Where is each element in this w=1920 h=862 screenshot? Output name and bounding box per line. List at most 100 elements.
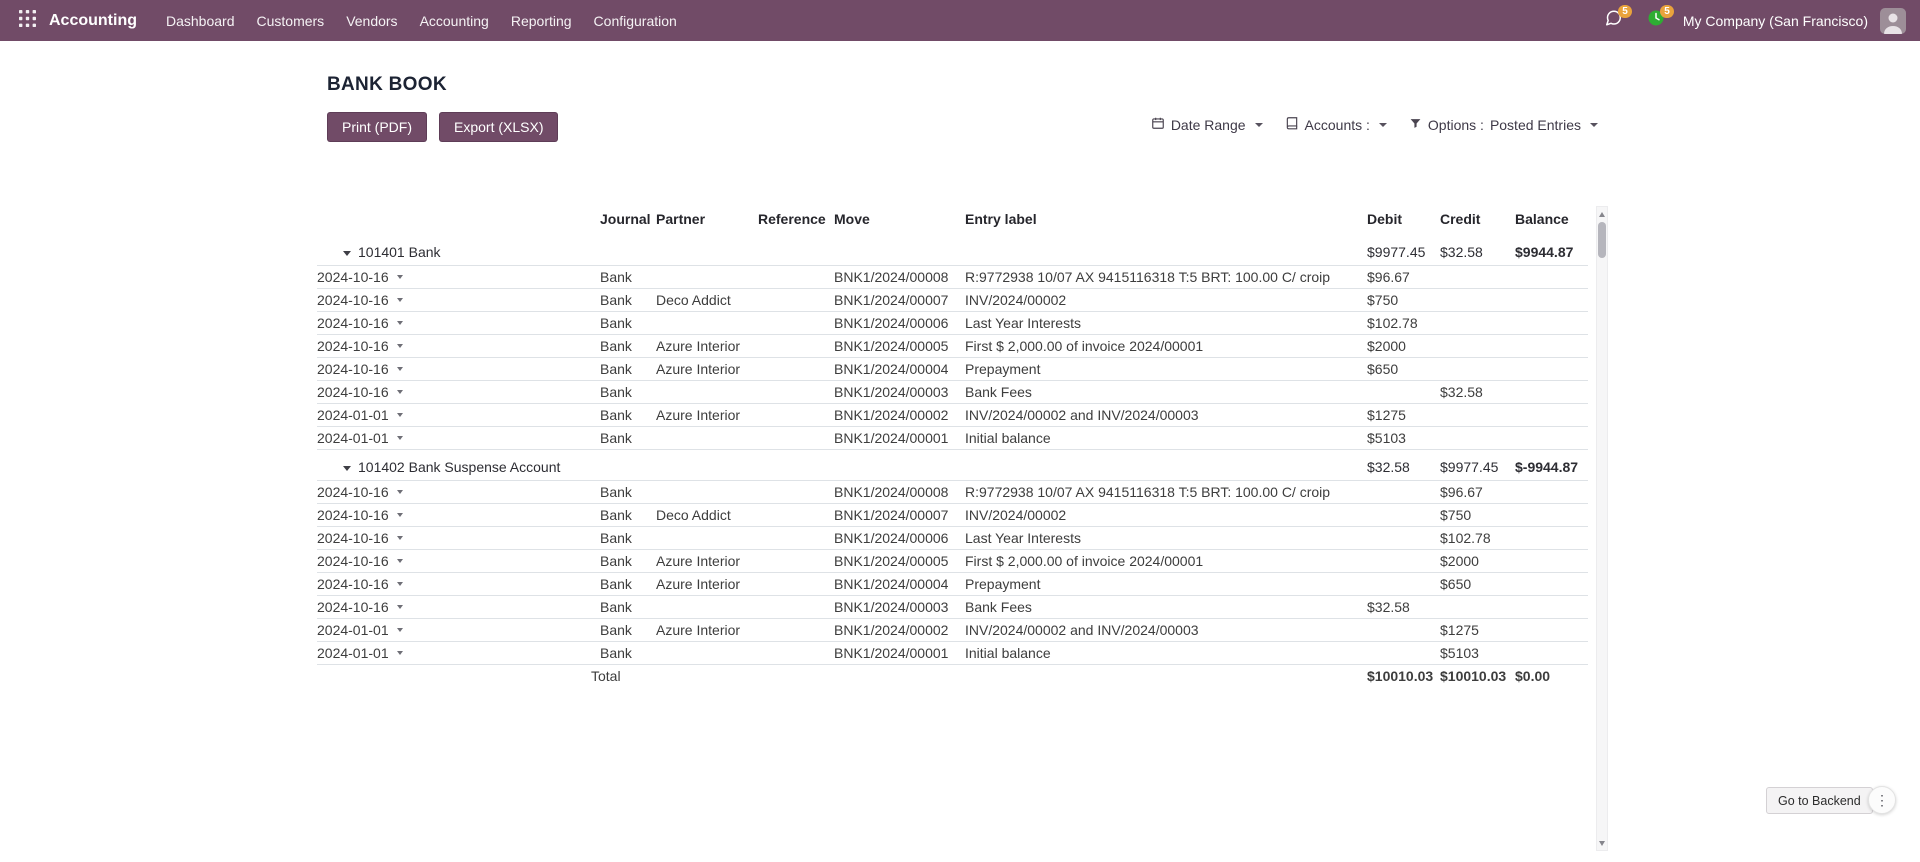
- scroll-up-icon[interactable]: [1597, 208, 1607, 220]
- entry-move: BNK1/2024/00002: [834, 619, 965, 642]
- nav-item-reporting[interactable]: Reporting: [500, 0, 583, 41]
- nav-item-dashboard[interactable]: Dashboard: [155, 0, 246, 41]
- entry-debit: $5103: [1367, 427, 1440, 450]
- scrollbar-thumb[interactable]: [1598, 222, 1606, 258]
- entry-label: Initial balance: [965, 642, 1367, 665]
- entry-label: R:9772938 10/07 AX 9415116318 T:5 BRT: 1…: [965, 266, 1367, 289]
- journal-entry-row: 2024-10-16BankBNK1/2024/00006Last Year I…: [317, 312, 1588, 335]
- messages-badge: 5: [1618, 5, 1632, 18]
- nav-item-configuration[interactable]: Configuration: [583, 0, 688, 41]
- apps-grid-icon: [19, 10, 36, 32]
- entry-date-dropdown[interactable]: 2024-01-01: [317, 430, 403, 446]
- entry-balance: [1515, 289, 1588, 312]
- entry-date-dropdown[interactable]: 2024-01-01: [317, 622, 403, 638]
- entry-journal: Bank: [600, 427, 656, 450]
- entry-reference: [758, 335, 834, 358]
- entry-partner: [656, 481, 758, 504]
- journal-entry-row: 2024-10-16BankAzure InteriorBNK1/2024/00…: [317, 358, 1588, 381]
- entry-partner: Azure Interior: [656, 550, 758, 573]
- entry-date-dropdown[interactable]: 2024-10-16: [317, 315, 403, 331]
- entry-partner: [656, 312, 758, 335]
- entry-date-cell: 2024-10-16: [317, 266, 600, 289]
- entry-date-dropdown[interactable]: 2024-10-16: [317, 576, 403, 592]
- entry-credit: [1440, 312, 1515, 335]
- journal-entry-row: 2024-10-16BankBNK1/2024/00008R:9772938 1…: [317, 266, 1588, 289]
- options-filter[interactable]: Options : Posted Entries: [1409, 117, 1598, 133]
- group-balance: $9944.87: [1515, 235, 1588, 266]
- entry-label: INV/2024/00002 and INV/2024/00003: [965, 404, 1367, 427]
- entry-date-dropdown[interactable]: 2024-10-16: [317, 292, 403, 308]
- entry-journal: Bank: [600, 358, 656, 381]
- entry-move: BNK1/2024/00008: [834, 266, 965, 289]
- options-label: Options :: [1428, 117, 1484, 133]
- entry-date-dropdown[interactable]: 2024-10-16: [317, 530, 403, 546]
- company-switcher[interactable]: My Company (San Francisco): [1683, 13, 1868, 29]
- activities-button[interactable]: 5: [1641, 6, 1671, 36]
- entry-date: 2024-10-16: [317, 507, 389, 523]
- messages-button[interactable]: 5: [1599, 6, 1629, 36]
- entry-label: Last Year Interests: [965, 312, 1367, 335]
- nav-item-accounting[interactable]: Accounting: [409, 0, 500, 41]
- entry-credit: $650: [1440, 573, 1515, 596]
- scroll-down-icon[interactable]: [1597, 837, 1607, 849]
- entry-date-dropdown[interactable]: 2024-01-01: [317, 645, 403, 661]
- entry-move: BNK1/2024/00002: [834, 404, 965, 427]
- account-group-toggle[interactable]: 101401 Bank: [317, 235, 1367, 266]
- table-scrollbar[interactable]: [1596, 206, 1608, 851]
- nav-item-customers[interactable]: Customers: [246, 0, 336, 41]
- entry-date-cell: 2024-10-16: [317, 550, 600, 573]
- entry-date-cell: 2024-10-16: [317, 381, 600, 404]
- entry-date-dropdown[interactable]: 2024-10-16: [317, 484, 403, 500]
- journal-entry-row: 2024-10-16BankDeco AddictBNK1/2024/00007…: [317, 289, 1588, 312]
- kebab-menu-icon[interactable]: [1868, 786, 1896, 814]
- entry-date-dropdown[interactable]: 2024-10-16: [317, 338, 403, 354]
- nav-item-vendors[interactable]: Vendors: [335, 0, 408, 41]
- user-avatar[interactable]: [1880, 8, 1906, 34]
- entry-date: 2024-10-16: [317, 576, 389, 592]
- entry-date-dropdown[interactable]: 2024-10-16: [317, 599, 403, 615]
- navbar-right: 5 5 My Company (San Francisco): [1599, 6, 1906, 36]
- entry-debit: [1367, 381, 1440, 404]
- app-name[interactable]: Accounting: [49, 12, 137, 30]
- entry-date-dropdown[interactable]: 2024-10-16: [317, 269, 403, 285]
- date-caret-icon: [397, 413, 403, 417]
- entry-date-dropdown[interactable]: 2024-10-16: [317, 507, 403, 523]
- journal-entry-row: 2024-10-16BankBNK1/2024/00003Bank Fees$3…: [317, 381, 1588, 404]
- print-pdf-button[interactable]: Print (PDF): [327, 112, 427, 142]
- entry-date: 2024-10-16: [317, 384, 389, 400]
- journal-entry-row: 2024-10-16BankBNK1/2024/00006Last Year I…: [317, 527, 1588, 550]
- entry-partner: [656, 527, 758, 550]
- entry-date-cell: 2024-01-01: [317, 427, 600, 450]
- export-xlsx-button[interactable]: Export (XLSX): [439, 112, 558, 142]
- date-range-filter[interactable]: Date Range: [1151, 116, 1263, 133]
- entry-balance: [1515, 619, 1588, 642]
- entry-balance: [1515, 381, 1588, 404]
- entry-date-dropdown[interactable]: 2024-10-16: [317, 553, 403, 569]
- header-journal: Journal: [600, 206, 656, 235]
- header-credit: Credit: [1440, 206, 1515, 235]
- header-debit: Debit: [1367, 206, 1440, 235]
- date-caret-icon: [397, 490, 403, 494]
- entry-date-dropdown[interactable]: 2024-10-16: [317, 361, 403, 377]
- entry-partner: [656, 642, 758, 665]
- entry-credit: [1440, 427, 1515, 450]
- go-to-backend-button[interactable]: Go to Backend: [1766, 787, 1873, 814]
- entry-partner: Azure Interior: [656, 619, 758, 642]
- apps-menu-button[interactable]: [14, 8, 40, 34]
- date-caret-icon: [397, 298, 403, 302]
- header-entry-label: Entry label: [965, 206, 1367, 235]
- entry-move: BNK1/2024/00007: [834, 289, 965, 312]
- entry-balance: [1515, 335, 1588, 358]
- entry-date-dropdown[interactable]: 2024-10-16: [317, 384, 403, 400]
- entry-date-dropdown[interactable]: 2024-01-01: [317, 407, 403, 423]
- account-group-toggle[interactable]: 101402 Bank Suspense Account: [317, 450, 1367, 481]
- entry-date-cell: 2024-10-16: [317, 573, 600, 596]
- entry-date: 2024-01-01: [317, 430, 389, 446]
- entry-date: 2024-01-01: [317, 622, 389, 638]
- date-caret-icon: [397, 513, 403, 517]
- entry-date: 2024-10-16: [317, 292, 389, 308]
- total-credit: $10010.03: [1440, 665, 1515, 688]
- entry-debit: $96.67: [1367, 266, 1440, 289]
- entry-move: BNK1/2024/00005: [834, 335, 965, 358]
- accounts-filter[interactable]: Accounts :: [1285, 116, 1387, 133]
